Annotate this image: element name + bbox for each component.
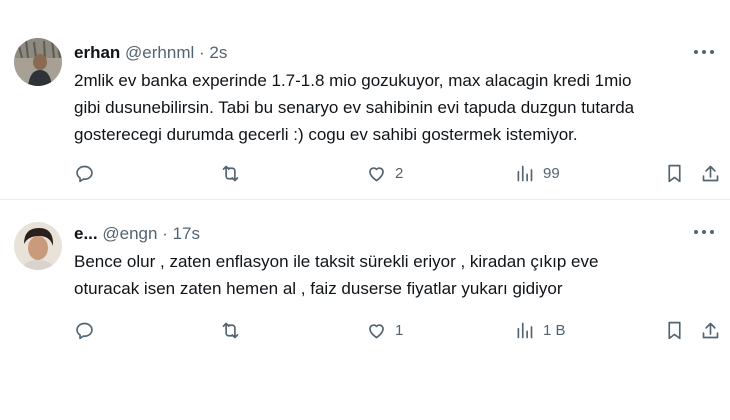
retweet-icon — [222, 165, 239, 181]
views-button[interactable]: 1 B — [514, 317, 566, 343]
reply-button[interactable] — [74, 317, 95, 343]
reply-button[interactable] — [74, 160, 95, 186]
retweet-button[interactable] — [220, 160, 241, 186]
like-count: 1 — [395, 321, 404, 339]
bookmark-button[interactable] — [664, 317, 685, 343]
avatar[interactable] — [14, 38, 62, 86]
tweet-text: 2mlik ev banka experinde 1.7-1.8 mio goz… — [74, 67, 714, 148]
like-count: 2 — [395, 164, 404, 182]
display-name[interactable]: e... — [74, 224, 98, 243]
action-bar: 2 99 — [74, 160, 730, 186]
like-button[interactable]: 1 — [366, 317, 403, 343]
tweet-text-line: 2mlik ev banka experinde 1.7-1.8 mio goz… — [74, 71, 632, 90]
views-icon — [517, 165, 533, 181]
action-bar: 1 1 B — [74, 317, 730, 343]
display-name[interactable]: erhan — [74, 43, 120, 62]
tweet-text-line: gibi dusunebilirsin. Tabi bu senaryo ev … — [74, 98, 635, 117]
like-icon — [369, 323, 384, 338]
bookmark-icon — [668, 321, 681, 339]
views-icon — [517, 322, 533, 338]
more-icon[interactable] — [694, 229, 714, 235]
user-handle[interactable]: @erhnml — [125, 43, 194, 62]
tweet-text-line: gosterecegi durumda gecerli :) cogu ev s… — [74, 125, 578, 144]
more-icon[interactable] — [694, 49, 714, 55]
share-button[interactable] — [700, 317, 721, 343]
retweet-icon — [222, 322, 239, 338]
tweet-header: erhan @erhnml · 2s — [74, 43, 227, 63]
views-button[interactable]: 99 — [514, 160, 560, 186]
share-icon — [702, 322, 719, 338]
share-button[interactable] — [700, 160, 721, 186]
tweet-text: Bence olur , zaten enflasyon ile taksit … — [74, 248, 714, 302]
timestamp[interactable]: 2s — [209, 43, 227, 62]
view-count: 1 B — [543, 321, 566, 339]
tweet-text-line: oturacak isen zaten hemen al , faiz duse… — [74, 279, 563, 298]
like-button[interactable]: 2 — [366, 160, 403, 186]
retweet-button[interactable] — [220, 317, 241, 343]
reply-icon — [76, 165, 93, 182]
bookmark-button[interactable] — [664, 160, 685, 186]
avatar[interactable] — [14, 222, 62, 270]
tweet[interactable]: erhan @erhnml · 2s 2mlik ev banka experi… — [0, 0, 730, 200]
like-icon — [369, 166, 384, 181]
share-icon — [702, 165, 719, 181]
view-count: 99 — [543, 164, 560, 182]
timestamp[interactable]: 17s — [173, 224, 200, 243]
tweet-header: e... @engn · 17s — [74, 224, 200, 244]
bookmark-icon — [668, 164, 681, 182]
tweet[interactable]: e... @engn · 17s Bence olur , zaten enfl… — [0, 200, 730, 390]
reply-icon — [76, 322, 93, 339]
tweet-text-line: Bence olur , zaten enflasyon ile taksit … — [74, 252, 599, 271]
separator: · — [199, 43, 205, 62]
separator: · — [162, 224, 168, 243]
user-handle[interactable]: @engn — [102, 224, 157, 243]
